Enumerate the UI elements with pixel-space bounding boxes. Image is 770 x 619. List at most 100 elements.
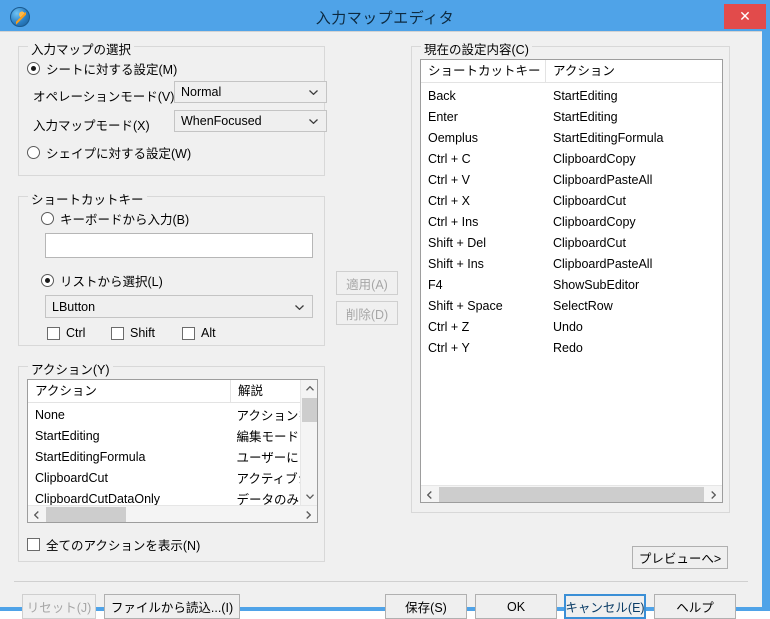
modifier-alt-label: Alt (201, 326, 216, 340)
show-all-actions-label: 全てのアクションを表示(N) (46, 539, 201, 553)
shortcut-key: Ctrl + V (428, 172, 471, 187)
shortcut-key: Shift + Del (428, 235, 487, 250)
keyboard-shortcut-input[interactable] (45, 233, 313, 258)
table-row[interactable]: StartEditing 編集モード (28, 425, 300, 446)
scroll-right-icon[interactable] (300, 506, 317, 522)
modifier-shift-label: Shift (130, 326, 156, 340)
mapped-action: Redo (553, 340, 583, 355)
shortcut-key: Ctrl + Y (428, 340, 470, 355)
shortcut-key: Ctrl + Z (428, 319, 470, 334)
input-map-group-legend: 入力マップの選択 (28, 39, 135, 58)
show-all-actions-checkbox[interactable]: 全てのアクションを表示(N) (27, 535, 200, 554)
chevron-down-icon (309, 90, 318, 95)
table-row[interactable]: Back StartEditing (421, 85, 722, 106)
preview-button[interactable]: プレビューへ> (632, 546, 728, 569)
scroll-thumb[interactable] (439, 487, 704, 502)
table-row[interactable]: Enter StartEditing (421, 106, 722, 127)
action-desc: アクティブシ (236, 472, 301, 486)
operation-mode-select[interactable]: Normal (174, 81, 327, 103)
action-desc: 編集モード (236, 430, 300, 444)
chevron-down-icon (295, 304, 304, 310)
table-row[interactable]: Ctrl + V ClipboardPasteAll (421, 169, 722, 190)
action-group-legend: アクション(Y) (28, 359, 113, 378)
input-map-mode-select[interactable]: WhenFocused (174, 110, 327, 132)
current-settings-group: 現在の設定内容(C) ショートカットキー アクション Back StartEdi… (411, 39, 730, 513)
table-row[interactable]: None アクションを (28, 404, 300, 425)
scroll-thumb[interactable] (46, 507, 126, 522)
radio-dot-icon (27, 62, 40, 75)
radio-select-from-list-label: リストから選択(L) (60, 275, 163, 289)
input-map-group: 入力マップの選択 シートに対する設定(M) オペレーションモード(V) Norm… (18, 39, 327, 176)
action-list[interactable]: アクション 解説 None アクションを StartEditing 編集モード … (27, 379, 318, 523)
action-name: None (35, 407, 65, 422)
modifier-alt-checkbox[interactable]: Alt (182, 326, 216, 340)
modifier-shift-checkbox[interactable]: Shift (111, 326, 155, 340)
table-row[interactable]: ClipboardCutDataOnly データのみ (28, 488, 300, 506)
window-title: 入力マップエディタ (315, 10, 455, 27)
action-desc: データのみ (236, 493, 300, 505)
scroll-left-icon[interactable] (421, 486, 438, 502)
scroll-down-icon[interactable] (301, 488, 317, 505)
table-row[interactable]: Shift + Space SelectRow (421, 295, 722, 316)
operation-mode-label: オペレーションモード(V) (33, 90, 175, 104)
action-list-horizontal-scrollbar[interactable] (28, 505, 317, 522)
action-name: ClipboardCut (35, 470, 108, 485)
save-button[interactable]: 保存(S) (385, 594, 467, 619)
shortcut-key: Shift + Ins (428, 256, 484, 271)
mapped-action: StartEditing (553, 109, 618, 124)
radio-sheet-setting[interactable]: シートに対する設定(M) (27, 59, 177, 78)
mapped-action: ClipboardPasteAll (553, 256, 653, 271)
scroll-left-icon[interactable] (28, 506, 45, 522)
table-row[interactable]: ClipboardCut アクティブシ (28, 467, 300, 488)
shortcut-key-select[interactable]: LButton (45, 295, 313, 318)
table-row[interactable]: Ctrl + Y Redo (421, 337, 722, 358)
action-column-header: アクション (28, 380, 231, 403)
mapped-action: ClipboardCut (553, 235, 626, 250)
shortcut-key: Ctrl + Ins (428, 214, 479, 229)
close-icon[interactable]: ✕ (724, 4, 766, 29)
action-column-header: アクション (553, 63, 615, 78)
scroll-right-icon[interactable] (705, 486, 722, 502)
current-settings-legend: 現在の設定内容(C) (421, 39, 532, 58)
checkbox-icon (182, 326, 195, 340)
mapped-action: ClipboardCopy (553, 214, 636, 229)
radio-select-from-list[interactable]: リストから選択(L) (41, 271, 163, 290)
mapped-action: StartEditing (553, 88, 618, 103)
delete-button: 削除(D) (336, 301, 398, 325)
table-row[interactable]: Ctrl + C ClipboardCopy (421, 148, 722, 169)
chevron-down-icon (309, 119, 318, 124)
table-row[interactable]: Ctrl + Ins ClipboardCopy (421, 211, 722, 232)
table-row[interactable]: StartEditingFormula ユーザーに (28, 446, 300, 467)
scroll-up-icon[interactable] (301, 380, 317, 397)
help-button[interactable]: ヘルプ (654, 594, 736, 619)
description-column-header: 解説 (238, 383, 264, 398)
radio-dot-icon (41, 212, 54, 225)
action-list-vertical-scrollbar[interactable] (300, 380, 317, 505)
ok-button[interactable]: OK (475, 594, 557, 619)
radio-keyboard-input[interactable]: キーボードから入力(B) (41, 209, 189, 228)
shortcut-key-group: ショートカットキー キーボードから入力(B) リストから選択(L) LButto… (18, 189, 325, 346)
table-row[interactable]: F4 ShowSubEditor (421, 274, 722, 295)
table-row[interactable]: Shift + Del ClipboardCut (421, 232, 722, 253)
current-settings-horizontal-scrollbar[interactable] (421, 485, 722, 502)
modifier-ctrl-checkbox[interactable]: Ctrl (47, 326, 85, 340)
action-group: アクション(Y) アクション 解説 None アクションを StartEditi… (18, 359, 325, 562)
shortcut-key: Ctrl + C (428, 151, 471, 166)
table-row[interactable]: Ctrl + X ClipboardCut (421, 190, 722, 211)
shortcut-key: Enter (428, 109, 458, 124)
radio-shape-setting[interactable]: シェイプに対する設定(W) (27, 143, 191, 162)
table-row[interactable]: Ctrl + Z Undo (421, 316, 722, 337)
table-row[interactable]: Oemplus StartEditingFormula (421, 127, 722, 148)
current-settings-header: ショートカットキー アクション (421, 60, 722, 83)
action-list-rows: None アクションを StartEditing 編集モード StartEdit… (28, 404, 300, 506)
cancel-button[interactable]: キャンセル(E) (564, 594, 646, 619)
action-name: StartEditingFormula (35, 449, 146, 464)
shortcut-key: F4 (428, 277, 443, 292)
mapped-action: Undo (553, 319, 583, 334)
load-from-file-button[interactable]: ファイルから読込...(I) (104, 594, 240, 619)
dialog-window: 入力マップエディタ ✕ 入力マップの選択 シートに対する設定(M) オペレーショ… (0, 0, 770, 619)
current-settings-list[interactable]: ショートカットキー アクション Back StartEditing Enter … (420, 59, 723, 503)
table-row[interactable]: Shift + Ins ClipboardPasteAll (421, 253, 722, 274)
scroll-thumb[interactable] (302, 398, 317, 422)
shortcut-key: Back (428, 88, 456, 103)
